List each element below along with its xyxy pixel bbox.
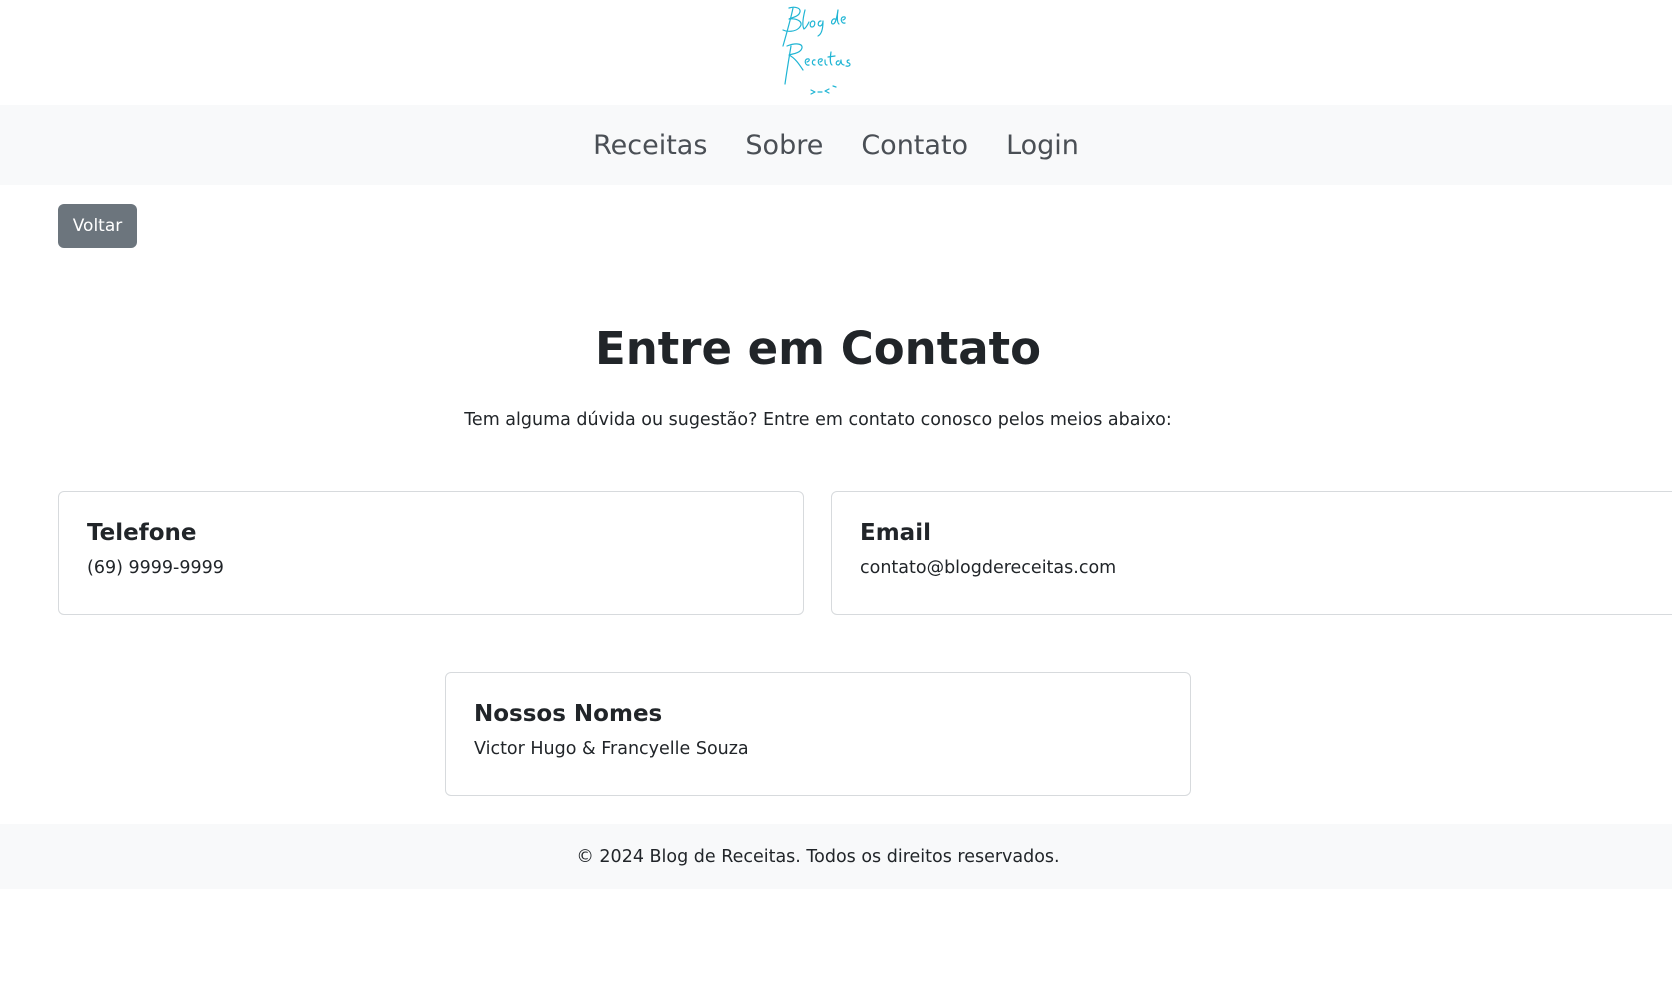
blog-logo[interactable] — [775, 2, 859, 98]
nav-link-login[interactable]: Login — [1006, 130, 1079, 161]
logo-bar — [0, 0, 1672, 105]
page-footer: © 2024 Blog de Receitas. Todos os direit… — [0, 824, 1672, 889]
page-title: Entre em Contato — [594, 322, 1042, 375]
email-card: Email contato@blogdereceitas.com — [831, 491, 1672, 615]
phone-number: (69) 9999-9999 — [87, 558, 224, 578]
authors-names: Victor Hugo & Francyelle Souza — [474, 739, 749, 759]
nav-link-receitas[interactable]: Receitas — [593, 130, 707, 161]
names-card: Nossos Nomes Victor Hugo & Francyelle So… — [445, 672, 1191, 796]
email-address: contato@blogdereceitas.com — [860, 558, 1117, 578]
names-card-title: Nossos Nomes — [474, 701, 663, 727]
main-navbar: Receitas Sobre Contato Login — [0, 105, 1672, 185]
nav-link-contato[interactable]: Contato — [861, 130, 968, 161]
nav-link-sobre[interactable]: Sobre — [745, 130, 823, 161]
phone-card-title: Telefone — [87, 520, 197, 546]
copyright-text: © 2024 Blog de Receitas. Todos os direit… — [576, 846, 1060, 867]
intro-text: Tem alguma dúvida ou sugestão? Entre em … — [464, 410, 1172, 430]
phone-card: Telefone (69) 9999-9999 — [58, 491, 804, 615]
back-button[interactable]: Voltar — [58, 204, 137, 248]
email-card-title: Email — [860, 520, 931, 546]
